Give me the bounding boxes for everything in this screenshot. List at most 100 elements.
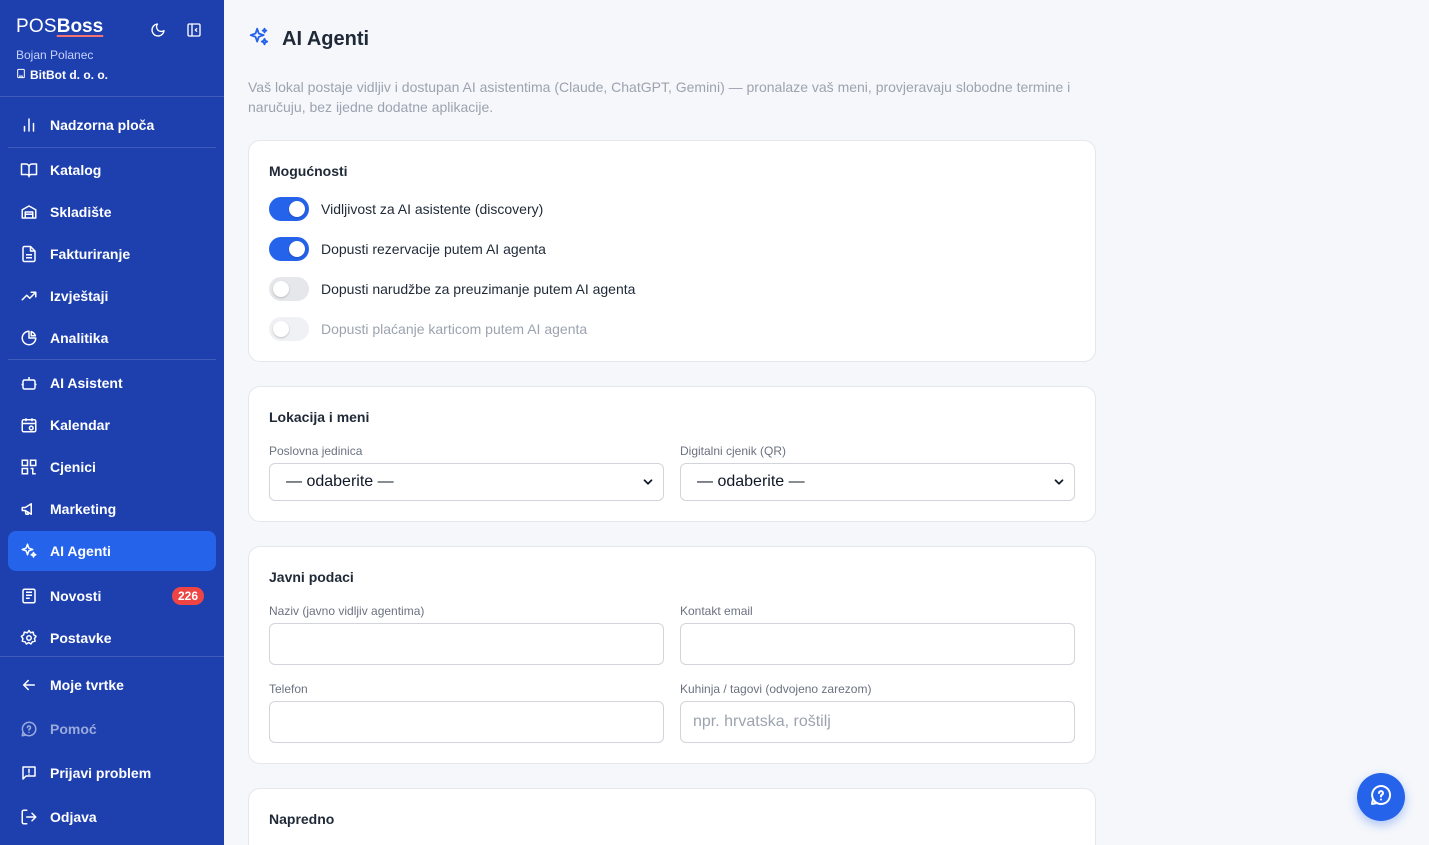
nav-label: Cjenici xyxy=(50,459,96,475)
page-description: Vaš lokal postaje vidljiv i dostupan AI … xyxy=(248,79,1071,115)
logo-boss: Boss xyxy=(56,16,104,37)
sparkles-icon xyxy=(248,26,270,53)
card-title: Lokacija i meni xyxy=(269,409,370,425)
nav-label: Katalog xyxy=(50,162,102,178)
nav-item-pomoc[interactable]: Pomoć xyxy=(8,709,216,749)
nav-item-fakturiranje[interactable]: Fakturiranje xyxy=(8,234,216,274)
nav-label: Skladište xyxy=(50,204,112,220)
nav-item-novosti[interactable]: Novosti 226 xyxy=(8,576,216,616)
phone-input[interactable] xyxy=(269,701,664,743)
help-icon xyxy=(20,720,38,738)
nav-item-odjava[interactable]: Odjava xyxy=(8,797,216,837)
capabilities-card: Mogućnosti Vidljivost za AI asistente (d… xyxy=(248,140,1096,362)
card-payment-toggle xyxy=(269,317,309,341)
business-unit-select[interactable]: — odaberite — xyxy=(269,463,664,501)
nav-item-analitika[interactable]: Analitika xyxy=(8,318,216,358)
nav-item-kalendar[interactable]: Kalendar xyxy=(8,405,216,445)
nav-item-cjenici[interactable]: Cjenici xyxy=(8,447,216,487)
nav-item-postavke[interactable]: Postavke xyxy=(8,618,216,658)
nav-item-skladiste[interactable]: Skladište xyxy=(8,192,216,232)
logo: POSBoss xyxy=(16,16,103,38)
tags-label: Kuhinja / tagovi (odvojeno zarezom) xyxy=(680,682,872,696)
contact-email-label: Kontakt email xyxy=(680,604,753,618)
nav-item-moje-tvrtke[interactable]: Moje tvrtke xyxy=(8,665,216,705)
card-title: Napredno xyxy=(269,811,335,827)
qr-code-icon xyxy=(20,458,38,476)
toggle-row-discovery: Vidljivost za AI asistente (discovery) xyxy=(269,197,543,221)
support-chat-button[interactable] xyxy=(1357,773,1405,821)
gear-icon xyxy=(20,629,38,647)
toggle-label: Vidljivost za AI asistente (discovery) xyxy=(321,201,544,217)
nav-item-nadzorna-ploca[interactable]: Nadzorna ploča xyxy=(8,105,216,145)
card-title: Javni podaci xyxy=(269,569,354,585)
chevron-down-icon xyxy=(1052,475,1066,494)
sidebar: POSBoss Bojan Polanec BitBot d. o. o. Na… xyxy=(0,0,224,845)
public-name-input[interactable] xyxy=(269,623,664,665)
nav-label: Analitika xyxy=(50,330,109,346)
nav-label: Moje tvrtke xyxy=(50,677,124,693)
location-card: Lokacija i meni Poslovna jedinica — odab… xyxy=(248,386,1096,522)
trending-up-icon xyxy=(20,287,38,305)
card-title: Mogućnosti xyxy=(269,163,348,179)
nav-label: AI Agenti xyxy=(50,543,111,559)
sidebar-divider xyxy=(8,359,216,360)
chevron-down-icon xyxy=(641,475,655,494)
chat-help-icon xyxy=(1369,783,1393,812)
select-value: — odaberite — xyxy=(286,473,394,490)
nav-item-katalog[interactable]: Katalog xyxy=(8,150,216,190)
nav-label: Fakturiranje xyxy=(50,246,131,262)
sidebar-divider xyxy=(0,656,224,657)
tags-input[interactable] xyxy=(680,701,1075,743)
toggle-label: Dopusti narudžbe za preuzimanje putem AI… xyxy=(321,281,636,297)
nav-label: AI Asistent xyxy=(50,375,123,391)
logout-icon xyxy=(20,808,38,826)
sparkles-icon xyxy=(20,542,38,560)
collapse-sidebar-icon[interactable] xyxy=(185,21,203,39)
public-data-card: Javni podaci Naziv (javno vidljiv agenti… xyxy=(248,546,1096,764)
nav-label: Postavke xyxy=(50,630,112,646)
toggle-row-card-payment: Dopusti plaćanje karticom putem AI agent… xyxy=(269,317,587,341)
book-icon xyxy=(20,161,38,179)
nav-item-ai-asistent[interactable]: AI Asistent xyxy=(8,363,216,403)
phone-label: Telefon xyxy=(269,682,308,696)
sidebar-divider xyxy=(8,147,216,148)
nav-item-marketing[interactable]: Marketing xyxy=(8,489,216,529)
toggle-label: Dopusti rezervacije putem AI agenta xyxy=(321,241,546,257)
nav-label: Nadzorna ploča xyxy=(50,117,155,133)
company-label: BitBot d. o. o. xyxy=(30,68,108,82)
moon-icon[interactable] xyxy=(149,21,167,39)
company-name: BitBot d. o. o. xyxy=(16,68,108,82)
nav-label: Prijavi problem xyxy=(50,765,152,781)
page-title: AI Agenti xyxy=(282,28,370,50)
building-icon xyxy=(16,68,26,82)
nav-item-prijavi-problem[interactable]: Prijavi problem xyxy=(8,753,216,793)
pie-chart-icon xyxy=(20,329,38,347)
pickup-orders-toggle[interactable] xyxy=(269,277,309,301)
page-header: AI Agenti xyxy=(248,26,369,53)
nav-label: Izvještaji xyxy=(50,288,109,304)
nav-label: Kalendar xyxy=(50,417,110,433)
document-icon xyxy=(20,245,38,263)
digital-menu-label: Digitalni cjenik (QR) xyxy=(680,444,787,458)
digital-menu-select[interactable]: — odaberite — xyxy=(680,463,1075,501)
toggle-row-reservations: Dopusti rezervacije putem AI agenta xyxy=(269,237,546,261)
calendar-icon xyxy=(20,416,38,434)
nav-label: Odjava xyxy=(50,809,97,825)
nav-label: Pomoć xyxy=(50,721,97,737)
contact-email-input[interactable] xyxy=(680,623,1075,665)
user-name: Bojan Polanec xyxy=(16,48,94,62)
advanced-card: Napredno xyxy=(248,788,1096,845)
reservations-toggle[interactable] xyxy=(269,237,309,261)
discovery-toggle[interactable] xyxy=(269,197,309,221)
toggle-row-pickup-orders: Dopusti narudžbe za preuzimanje putem AI… xyxy=(269,277,635,301)
sidebar-divider xyxy=(0,96,224,97)
bar-chart-icon xyxy=(20,116,38,134)
business-unit-label: Poslovna jedinica xyxy=(269,444,363,458)
news-count-badge: 226 xyxy=(171,587,204,605)
nav-item-ai-agenti[interactable]: AI Agenti xyxy=(8,531,216,571)
nav-item-izvjestaji[interactable]: Izvještaji xyxy=(8,276,216,316)
warehouse-icon xyxy=(20,203,38,221)
arrow-left-icon xyxy=(20,676,38,694)
bot-icon xyxy=(20,374,38,392)
nav-label: Marketing xyxy=(50,501,117,517)
